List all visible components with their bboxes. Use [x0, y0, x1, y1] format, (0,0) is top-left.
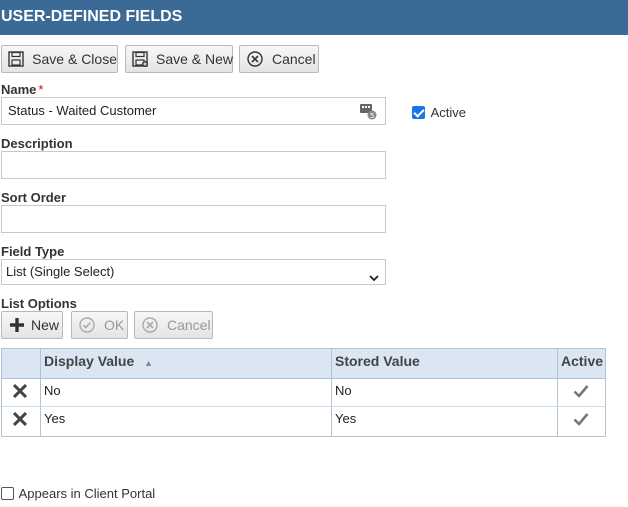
field-type-select[interactable]: List (Single Select)	[1, 259, 386, 285]
ok-option-label: OK	[104, 317, 125, 333]
grid-header-active[interactable]: Active	[558, 349, 605, 379]
sort-ascending-icon: ▲	[144, 358, 154, 368]
display-value-cell[interactable]: No	[41, 380, 331, 408]
cancel-label: Cancel	[272, 51, 316, 67]
delete-row-icon[interactable]	[2, 408, 40, 436]
grid-header-display-value[interactable]: Display Value ▲	[41, 349, 331, 379]
check-circle-icon	[78, 316, 96, 334]
save-new-button[interactable]: Save & New	[125, 45, 233, 73]
svg-text:5: 5	[370, 112, 374, 120]
chevron-down-icon	[369, 267, 379, 291]
cancel-button[interactable]: Cancel	[239, 45, 319, 73]
field-type-label: Field Type	[1, 244, 65, 259]
description-field[interactable]	[1, 151, 386, 179]
client-portal-row[interactable]: Appears in Client Portal	[1, 485, 155, 501]
save-new-label: Save & New	[156, 51, 234, 67]
plus-icon	[8, 316, 26, 334]
sort-order-field[interactable]	[1, 205, 386, 233]
floppy-disk-icon	[8, 50, 24, 68]
list-options-label: List Options	[1, 296, 77, 311]
active-checkbox-row[interactable]: Active	[412, 104, 466, 120]
field-type-value: List (Single Select)	[6, 264, 115, 279]
sort-order-label: Sort Order	[1, 190, 67, 205]
name-field[interactable]: Status - Waited Customer 5	[1, 97, 386, 125]
cancel-option-button[interactable]: Cancel	[134, 311, 213, 339]
grid-header-stored-value[interactable]: Stored Value	[332, 349, 557, 379]
cancel-option-label: Cancel	[167, 317, 211, 333]
name-label: Name *	[1, 82, 44, 97]
description-label: Description	[1, 136, 73, 151]
save-close-button[interactable]: Save & Close	[1, 45, 118, 73]
check-icon	[558, 380, 605, 408]
save-close-label: Save & Close	[32, 51, 117, 67]
check-icon	[558, 408, 605, 436]
name-value: Status - Waited Customer	[8, 103, 157, 118]
page-title: USER-DEFINED FIELDS	[0, 0, 628, 35]
active-checkbox[interactable]	[412, 106, 425, 120]
new-option-label: New	[31, 317, 60, 333]
delete-row-icon[interactable]	[2, 380, 40, 408]
ok-option-button[interactable]: OK	[71, 311, 128, 339]
floppy-disk-plus-icon	[132, 50, 148, 68]
stored-value-cell[interactable]: Yes	[332, 408, 557, 436]
client-portal-checkbox[interactable]	[1, 487, 14, 501]
grid-header-delete	[2, 349, 40, 379]
spell-check-icon[interactable]: 5	[359, 102, 377, 120]
active-label: Active	[430, 105, 467, 121]
cancel-circle-icon	[141, 316, 159, 334]
display-value-cell[interactable]: Yes	[41, 408, 331, 436]
list-options-grid: Display Value ▲ Stored Value Active No N…	[1, 348, 606, 437]
new-option-button[interactable]: New	[1, 311, 63, 339]
client-portal-label: Appears in Client Portal	[18, 486, 156, 502]
stored-value-cell[interactable]: No	[332, 380, 557, 408]
required-asterisk: *	[38, 82, 44, 97]
cancel-circle-icon	[246, 50, 264, 68]
